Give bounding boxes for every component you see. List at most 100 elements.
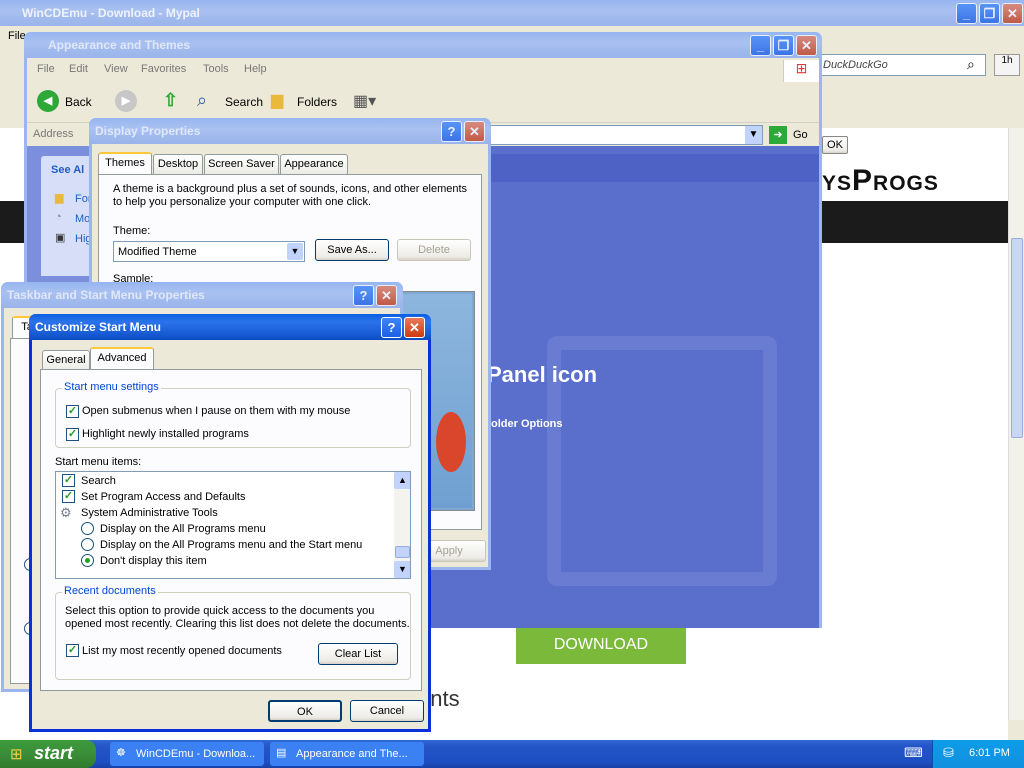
recent-documents-group: Recent documents Select this option to p… (55, 585, 411, 680)
start-menu-items-label: Start menu items: (55, 456, 142, 468)
browser-scrollbar-thumb[interactable] (1011, 238, 1023, 438)
windows-logo-icon: ⊞ (783, 60, 819, 82)
clock: 6:01 PM (969, 747, 1010, 759)
items-scrollbar[interactable]: ▲ ▼ (394, 472, 410, 578)
folders-button[interactable]: ▆ Folders (271, 90, 341, 114)
tab-themes[interactable]: Themes (98, 152, 152, 174)
taskbar-task-wincdemu[interactable]: ☸ WinCDEmu - Downloa... (110, 742, 264, 766)
windows-flag-icon: ⊞ (10, 746, 23, 763)
highlight-programs-checkbox[interactable]: ✓ (66, 428, 79, 441)
browser-side-badge[interactable]: 1h (994, 54, 1020, 76)
customize-titlebar: Customize Start Menu ? ✕ (29, 314, 431, 340)
browser-title: WinCDEmu - Download - Mypal (22, 6, 200, 20)
recent-desc-line-2: opened most recently. Clearing this list… (65, 618, 410, 630)
browser-close-button[interactable]: ✕ (1002, 3, 1023, 24)
see-also-title: See Al (51, 164, 85, 176)
customize-help-button[interactable]: ? (381, 317, 402, 338)
see-also-icon-2: ◔ (55, 211, 62, 223)
items-scrollbar-thumb[interactable] (395, 546, 410, 558)
go-button[interactable]: ➜ Go (769, 126, 817, 146)
task-wincdemu-label: WinCDEmu - Downloa... (136, 748, 256, 760)
save-as-button[interactable]: Save As... (315, 239, 389, 261)
address-dropdown-icon[interactable]: ▼ (745, 126, 762, 144)
explorer-title: Appearance and Themes (48, 38, 191, 52)
address-field[interactable]: ▼ (487, 125, 763, 145)
menu-favorites[interactable]: Favorites (141, 63, 186, 75)
browser-scrollbar[interactable] (1008, 128, 1024, 720)
tab-screen-saver[interactable]: Screen Saver (204, 154, 279, 174)
browser-maximize-button[interactable]: ❐ (979, 3, 1000, 24)
theme-select[interactable]: Modified Theme ▼ (113, 241, 305, 262)
taskbar-props-help-button[interactable]: ? (353, 285, 374, 306)
see-also-panel: See Al For Mo Hig ▆ ◔ ▣ (41, 156, 93, 276)
start-menu-items-list[interactable]: ✓ Search ✓ Set Program Access and Defaul… (55, 471, 411, 579)
browser-search-box[interactable]: DuckDuckGo ⌕ (818, 54, 986, 76)
search-label: Search (225, 95, 264, 109)
network-tray-icon[interactable]: ⛁ (943, 745, 954, 761)
search-button[interactable]: ⌕ Search (197, 90, 263, 114)
views-icon[interactable]: ▦▾ (353, 91, 376, 111)
display-help-button[interactable]: ? (441, 121, 462, 142)
ok-label: OK (297, 706, 313, 718)
see-also-icon-3: ▣ (55, 232, 66, 244)
customize-start-menu-dialog: Customize Start Menu ? ✕ General Advance… (29, 314, 431, 732)
spad-item-checkbox[interactable]: ✓ (62, 490, 75, 503)
tab-appearance[interactable]: Appearance (280, 154, 348, 174)
taskbar-props-close-button[interactable]: ✕ (376, 285, 397, 306)
admin-tools-radio-both[interactable] (81, 538, 94, 551)
task-appearance-label: Appearance and The... (296, 748, 408, 760)
menu-view[interactable]: View (104, 63, 128, 75)
customize-close-button[interactable]: ✕ (404, 317, 425, 338)
wincdemu-app-icon: ☸ (116, 747, 126, 759)
explorer-maximize-button[interactable]: ❐ (773, 35, 794, 56)
advanced-tab-panel: Start menu settings ✓ Open submenus when… (40, 369, 422, 691)
delete-button[interactable]: Delete (397, 239, 471, 261)
menu-edit[interactable]: Edit (69, 63, 88, 75)
back-label: Back (65, 95, 92, 109)
tab-screen-saver-label: Screen Saver (208, 158, 275, 170)
tab-general[interactable]: General (42, 350, 90, 370)
explorer-close-button[interactable]: ✕ (796, 35, 817, 56)
side-badge-label: 1h (1001, 55, 1013, 66)
folder-icon: ▆ (271, 92, 284, 109)
admin-tools-radio-all-programs[interactable] (81, 522, 94, 535)
scroll-down-icon[interactable]: ▼ (394, 561, 410, 578)
menu-help[interactable]: Help (244, 63, 267, 75)
start-button[interactable]: ⊞ start (0, 740, 96, 768)
see-also-link-2[interactable]: Mo (75, 213, 90, 225)
search-item-checkbox[interactable]: ✓ (62, 474, 75, 487)
tab-advanced[interactable]: Advanced (90, 347, 154, 369)
taskbar-properties-title: Taskbar and Start Menu Properties (7, 288, 205, 302)
go-label: Go (793, 129, 808, 141)
taskbar-task-appearance[interactable]: ▤ Appearance and The... (270, 742, 424, 766)
admin-tools-icon: ⚙ (60, 505, 72, 520)
menu-file[interactable]: File (37, 63, 55, 75)
browser-ok-button[interactable]: OK (822, 136, 848, 154)
search-icon[interactable]: ⌕ (967, 56, 975, 73)
menu-tools[interactable]: Tools (203, 63, 229, 75)
explorer-toolbar: ◀ Back ▶ ⇧ ⌕ Search ▆ Folders ▦▾ (27, 84, 819, 120)
ok-button[interactable]: OK (268, 700, 342, 722)
download-button[interactable]: DOWNLOAD (516, 626, 686, 664)
keyboard-tray-icon[interactable]: ⌨ (904, 745, 923, 761)
list-recent-checkbox[interactable]: ✓ (66, 644, 79, 657)
open-submenus-checkbox[interactable]: ✓ (66, 405, 79, 418)
back-button[interactable]: ◀ Back (37, 90, 107, 114)
chevron-down-icon[interactable]: ▼ (287, 243, 303, 260)
up-folder-icon[interactable]: ⇧ (163, 90, 185, 112)
explorer-minimize-button[interactable]: _ (750, 35, 771, 56)
save-as-label: Save As... (327, 244, 377, 256)
admin-tools-radio-dont-display[interactable] (81, 554, 94, 567)
browser-minimize-button[interactable]: _ (956, 3, 977, 24)
cancel-button[interactable]: Cancel (350, 700, 424, 722)
tab-desktop[interactable]: Desktop (153, 154, 203, 174)
theme-label: Theme: (113, 225, 151, 237)
scroll-up-icon[interactable]: ▲ (394, 472, 410, 489)
tab-desktop-label: Desktop (157, 158, 199, 170)
list-recent-label: List my most recently opened documents (82, 645, 282, 657)
open-submenus-label: Open submenus when I pause on them with … (82, 405, 351, 417)
start-label: start (34, 743, 74, 763)
forward-arrow-icon[interactable]: ▶ (115, 90, 137, 112)
clear-list-button[interactable]: Clear List (318, 643, 398, 665)
display-close-button[interactable]: ✕ (464, 121, 485, 142)
